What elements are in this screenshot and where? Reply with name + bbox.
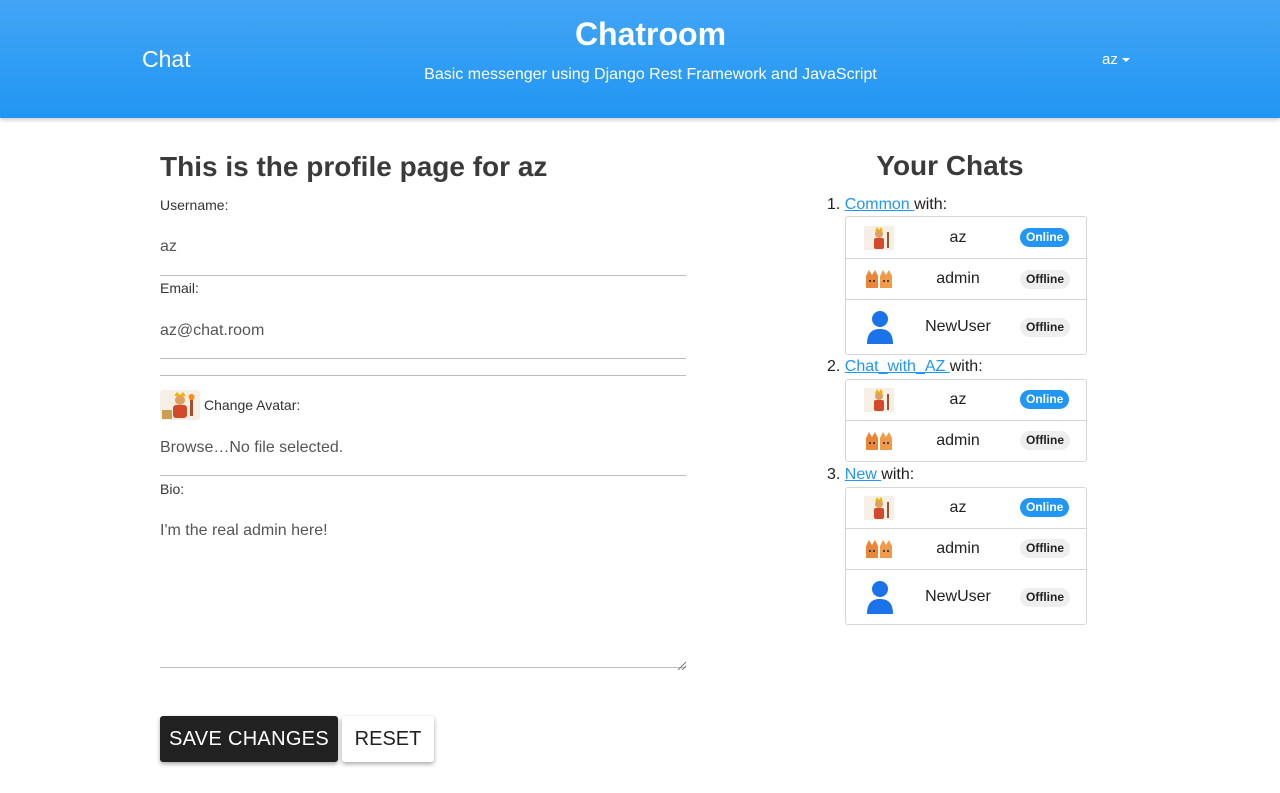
member-name: az xyxy=(949,229,967,246)
status-badge: Online xyxy=(1020,390,1070,409)
member-row[interactable]: admin Offline xyxy=(846,421,1086,462)
bio-underline xyxy=(160,667,686,668)
status-badge: Online xyxy=(1020,228,1070,247)
username-underline xyxy=(160,275,686,276)
status-badge: Offline xyxy=(1020,318,1070,337)
member-row[interactable]: az Online xyxy=(846,380,1086,421)
default-user-icon xyxy=(867,580,893,619)
bio-textarea[interactable]: I'm the real admin here! xyxy=(160,522,686,662)
browse-button[interactable]: Browse… xyxy=(160,439,229,457)
bio-text: I'm the real admin here! xyxy=(160,522,328,539)
member-name: admin xyxy=(936,432,980,449)
file-status-text: No file selected. xyxy=(229,439,344,456)
page-title: This is the profile page for az xyxy=(160,151,548,182)
member-name: NewUser xyxy=(925,588,991,605)
email-label: Email: xyxy=(160,280,199,296)
email-field[interactable]: az@chat.room xyxy=(160,322,264,340)
chat-link-new[interactable]: New xyxy=(845,466,881,483)
with-text: with: xyxy=(881,466,915,483)
user-menu-dropdown[interactable]: az xyxy=(1102,51,1130,68)
member-name: az xyxy=(949,499,967,516)
king-avatar-icon xyxy=(864,496,894,525)
with-text: with: xyxy=(914,196,948,213)
caret-down-icon xyxy=(1121,57,1130,62)
chat-list-item: 1. Common with: xyxy=(827,196,947,214)
member-row[interactable]: NewUser Offline xyxy=(846,300,1086,355)
status-badge: Offline xyxy=(1020,539,1070,558)
site-subtitle: Basic messenger using Django Rest Framew… xyxy=(424,66,877,83)
chat-members-list: az Online admin Offline xyxy=(845,379,1087,462)
chat-number: 3. xyxy=(827,466,841,483)
cats-avatar-icon xyxy=(864,430,894,459)
site-title: Chatroom xyxy=(574,16,727,52)
status-badge: Offline xyxy=(1020,270,1070,289)
member-name: admin xyxy=(936,540,980,557)
member-name: admin xyxy=(936,270,980,287)
user-menu-label: az xyxy=(1102,51,1118,68)
chat-number: 2. xyxy=(827,358,841,375)
change-avatar-label: Change Avatar: xyxy=(204,397,301,413)
status-badge: Online xyxy=(1020,498,1070,517)
chat-members-list: az Online admin Offline NewUser Offline xyxy=(845,216,1087,355)
save-changes-button[interactable]: SAVE CHANGES xyxy=(160,716,338,762)
member-row[interactable]: admin Offline xyxy=(846,259,1086,300)
navbar: Chat Chatroom Basic messenger using Djan… xyxy=(0,0,1280,118)
resize-handle-icon[interactable] xyxy=(676,657,687,671)
chat-link-common[interactable]: Common xyxy=(845,196,914,213)
avatar-file-input[interactable]: Browse… No file selected. xyxy=(160,439,343,457)
member-name: NewUser xyxy=(925,318,991,335)
chat-members-list: az Online admin Offline NewUser Offline xyxy=(845,487,1087,625)
chats-heading: Your Chats xyxy=(876,150,1024,181)
king-avatar-icon xyxy=(864,226,894,255)
member-row[interactable]: NewUser Offline xyxy=(846,570,1086,624)
cats-avatar-icon xyxy=(864,538,894,567)
divider xyxy=(160,375,686,376)
current-avatar-image xyxy=(160,390,200,420)
member-name: az xyxy=(949,391,967,408)
cats-avatar-icon xyxy=(864,268,894,297)
member-row[interactable]: admin Offline xyxy=(846,529,1086,570)
username-field[interactable]: az xyxy=(160,238,177,256)
reset-button[interactable]: RESET xyxy=(342,716,434,762)
chat-list-item: 3. New with: xyxy=(827,466,914,484)
default-user-icon xyxy=(867,310,893,349)
with-text: with: xyxy=(949,358,983,375)
email-underline xyxy=(160,358,686,359)
file-underline xyxy=(160,475,686,476)
bio-label: Bio: xyxy=(160,481,185,497)
chat-list-item: 2. Chat_with_AZ with: xyxy=(827,358,983,376)
username-label: Username: xyxy=(160,197,229,213)
status-badge: Offline xyxy=(1020,588,1070,607)
status-badge: Offline xyxy=(1020,431,1070,450)
chat-link-chat-with-az[interactable]: Chat_with_AZ xyxy=(845,358,950,375)
member-row[interactable]: az Online xyxy=(846,217,1086,259)
king-avatar-icon xyxy=(864,388,894,417)
chat-number: 1. xyxy=(827,196,841,213)
member-row[interactable]: az Online xyxy=(846,488,1086,529)
